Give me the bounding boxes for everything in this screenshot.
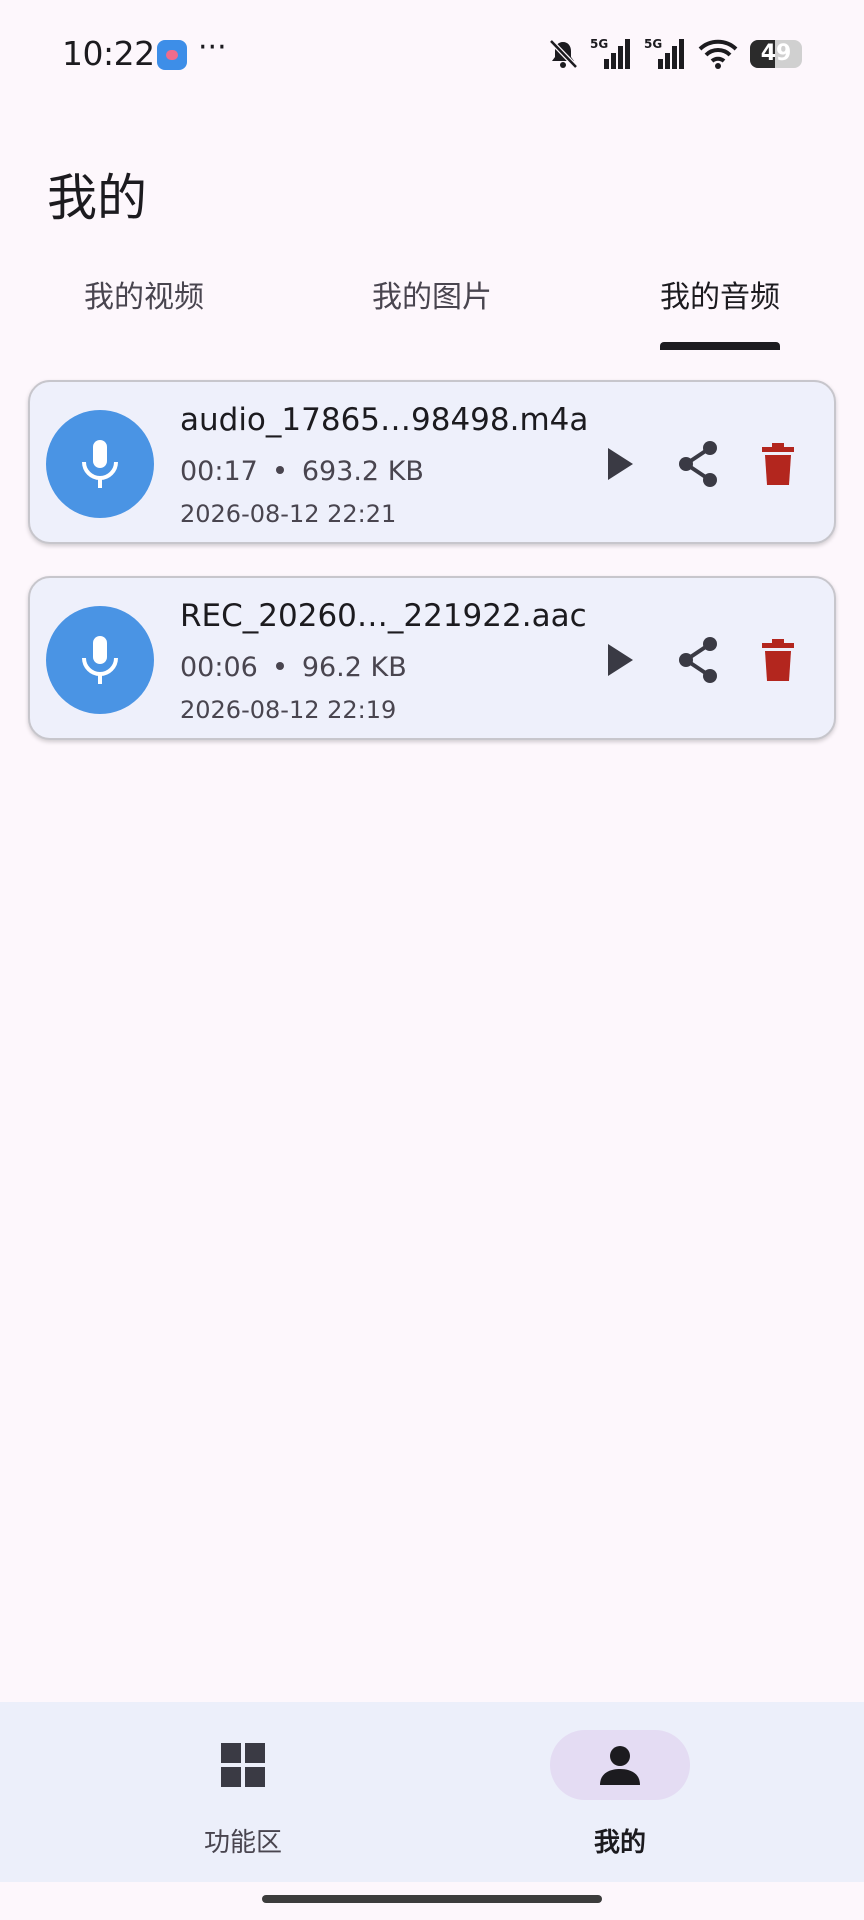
share-button[interactable] — [668, 434, 728, 494]
audio-meta: 00:06 96.2 KB — [180, 652, 407, 683]
notifications-off-icon — [549, 39, 578, 69]
play-button[interactable] — [590, 630, 650, 690]
audio-meta: 00:17 693.2 KB — [180, 456, 424, 487]
audio-duration: 00:06 — [180, 652, 258, 683]
nav-item-functions[interactable]: 功能区 — [173, 1730, 313, 1860]
grid-icon — [221, 1743, 265, 1787]
battery-level: 49 — [760, 41, 792, 66]
audio-file-name: REC_20260…_221922.aac — [180, 598, 587, 634]
tab-my-videos[interactable]: 我的视频 — [0, 272, 288, 316]
audio-file-name: audio_17865…98498.m4a — [180, 402, 589, 438]
play-icon — [608, 448, 633, 480]
tab-indicator — [660, 342, 780, 350]
microphone-icon — [82, 440, 118, 488]
play-button[interactable] — [590, 434, 650, 494]
audio-duration: 00:17 — [180, 456, 258, 487]
share-icon — [679, 441, 717, 487]
person-icon — [600, 1746, 640, 1785]
mic-avatar — [46, 410, 154, 518]
delete-button[interactable] — [748, 434, 808, 494]
screen-record-app-icon — [157, 40, 187, 70]
svg-text:5G: 5G — [644, 37, 662, 51]
play-icon — [608, 644, 633, 676]
nav-pill-selected — [550, 1730, 690, 1800]
nav-label-functions: 功能区 — [203, 1828, 282, 1858]
more-notifications-icon: ··· — [198, 30, 227, 65]
audio-list-item[interactable]: REC_20260…_221922.aac 00:06 96.2 KB 2026-… — [28, 576, 836, 740]
audio-date: 2026-08-12 22:19 — [180, 696, 397, 724]
battery-icon: 49 — [750, 40, 802, 68]
separator-dot — [275, 661, 284, 670]
trash-icon — [762, 443, 794, 485]
status-time: 10:22 — [62, 34, 155, 73]
signal-5g-icon: 5G — [590, 37, 630, 69]
page-title: 我的 — [47, 169, 147, 227]
bottom-navigation: 功能区 我的 — [0, 1702, 864, 1882]
audio-date: 2026-08-12 22:21 — [180, 500, 397, 528]
audio-size: 96.2 KB — [301, 652, 407, 683]
mic-avatar — [46, 606, 154, 714]
tab-my-audio[interactable]: 我的音频 — [576, 272, 864, 316]
nav-item-mine[interactable]: 我的 — [550, 1730, 690, 1860]
separator-dot — [275, 465, 284, 474]
share-button[interactable] — [668, 630, 728, 690]
tab-bar: 我的视频 我的图片 我的音频 — [0, 260, 864, 350]
share-icon — [679, 637, 717, 683]
audio-list-item[interactable]: audio_17865…98498.m4a 00:17 693.2 KB 2026… — [28, 380, 836, 544]
delete-button[interactable] — [748, 630, 808, 690]
microphone-icon — [82, 636, 118, 684]
gesture-navigation-bar[interactable] — [262, 1895, 602, 1903]
nav-pill — [173, 1730, 313, 1800]
status-bar: 10:22 ··· 5G 5G 49 — [0, 0, 864, 110]
audio-size: 693.2 KB — [301, 456, 424, 487]
wifi-icon — [698, 39, 738, 69]
trash-icon — [762, 639, 794, 681]
signal-5g-icon: 5G — [644, 37, 684, 69]
nav-label-mine: 我的 — [593, 1828, 646, 1858]
tab-my-images[interactable]: 我的图片 — [288, 272, 576, 316]
status-icons: 5G 5G 49 — [548, 36, 802, 72]
svg-text:5G: 5G — [590, 37, 608, 51]
